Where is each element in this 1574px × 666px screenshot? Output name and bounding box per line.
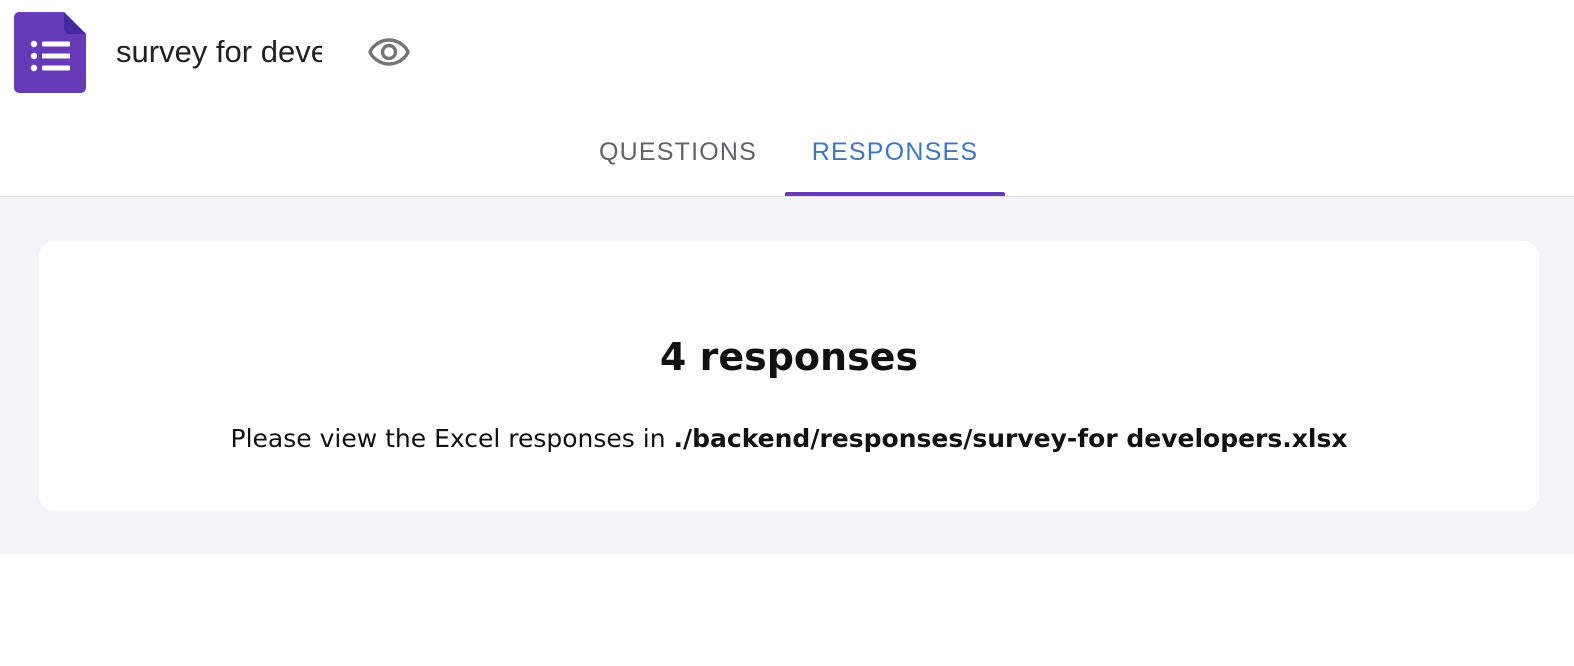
response-count-heading: 4 responses: [659, 335, 919, 379]
excel-location-prefix: Please view the Excel responses in: [230, 424, 674, 453]
tab-responses[interactable]: RESPONSES: [785, 110, 1005, 196]
tab-questions[interactable]: QUESTIONS: [572, 110, 784, 196]
tab-bar: QUESTIONS RESPONSES: [0, 110, 1574, 197]
excel-file-path: ./backend/responses/survey-for developer…: [673, 424, 1348, 453]
tab-responses-label: RESPONSES: [811, 137, 979, 166]
preview-button[interactable]: [362, 28, 416, 76]
tab-questions-label: QUESTIONS: [598, 137, 758, 166]
excel-location-message: Please view the Excel responses in ./bac…: [39, 421, 1539, 457]
google-forms-logo-icon[interactable]: [14, 12, 86, 93]
responses-summary-card: 4 responses Please view the Excel respon…: [39, 241, 1539, 511]
app-header: QUESTIONS RESPONSES: [0, 0, 1574, 197]
eye-icon: [368, 38, 410, 66]
forms-app: QUESTIONS RESPONSES 4 responses Please v…: [0, 0, 1574, 666]
responses-page: 4 responses Please view the Excel respon…: [0, 197, 1574, 554]
form-title-input[interactable]: [104, 28, 334, 76]
active-tab-indicator: [785, 192, 1005, 196]
